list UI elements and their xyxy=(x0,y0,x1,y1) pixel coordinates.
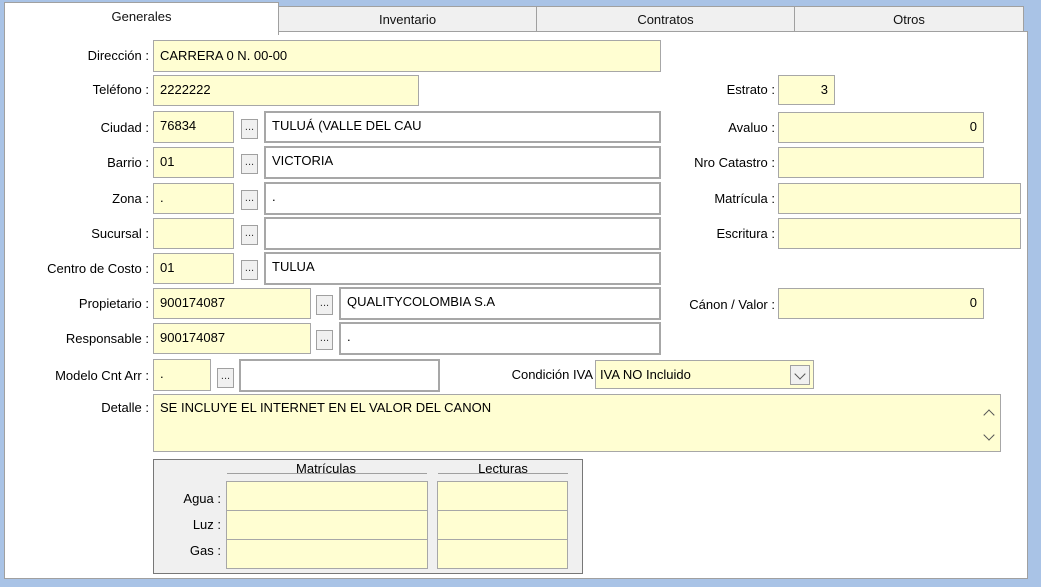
matriculas-divider xyxy=(227,473,427,474)
propietario-name-field[interactable]: QUALITYCOLOMBIA S.A xyxy=(339,287,661,320)
barrio-lookup-button[interactable]: ... xyxy=(241,154,258,174)
propietario-label: Propietario : xyxy=(78,296,149,311)
chevron-down-icon xyxy=(794,368,806,380)
lecturas-header: Lecturas xyxy=(478,461,528,476)
centro-costo-label: Centro de Costo : xyxy=(47,261,149,276)
avaluo-field[interactable]: 0 xyxy=(778,112,984,143)
tab-otros[interactable]: Otros xyxy=(794,6,1024,32)
agua-lectura-field[interactable] xyxy=(437,481,568,511)
gas-matricula-field[interactable] xyxy=(226,539,428,569)
propietario-code-field[interactable]: 900174087 xyxy=(153,288,311,319)
estrato-label: Estrato : xyxy=(726,82,775,97)
detalle-textarea[interactable]: SE INCLUYE EL INTERNET EN EL VALOR DEL C… xyxy=(153,394,1001,452)
sucursal-name-field[interactable] xyxy=(264,217,661,250)
escritura-field[interactable] xyxy=(778,218,1021,249)
barrio-name-field[interactable]: VICTORIA xyxy=(264,146,661,179)
scroll-up-button[interactable] xyxy=(980,403,996,421)
nro-catastro-field[interactable] xyxy=(778,147,984,178)
chevron-down-icon xyxy=(983,429,995,441)
servicios-group: Matrículas Lecturas Agua : Luz : Gas : xyxy=(153,459,583,574)
direccion-label: Dirección : xyxy=(87,48,149,63)
ciudad-label: Ciudad : xyxy=(100,120,149,135)
nro-catastro-label: Nro Catastro : xyxy=(694,155,775,170)
luz-label: Luz : xyxy=(192,517,221,532)
gas-label: Gas : xyxy=(189,543,221,558)
avaluo-label: Avaluo : xyxy=(728,120,775,135)
modelo-code-field[interactable]: . xyxy=(153,359,211,391)
condicion-iva-dropdown-button[interactable] xyxy=(790,365,810,385)
modelo-name-field[interactable] xyxy=(239,359,440,392)
telefono-label: Teléfono : xyxy=(92,82,149,97)
centro-costo-code-field[interactable]: 01 xyxy=(153,253,234,284)
modelo-lookup-button[interactable]: ... xyxy=(217,368,234,388)
ciudad-code-field[interactable]: 76834 xyxy=(153,111,234,143)
condicion-iva-value: IVA NO Incluido xyxy=(600,367,691,382)
zona-lookup-button[interactable]: ... xyxy=(241,190,258,210)
centro-costo-lookup-button[interactable]: ... xyxy=(241,260,258,280)
zona-name-field[interactable]: . xyxy=(264,182,661,215)
luz-lectura-field[interactable] xyxy=(437,510,568,540)
detalle-text: SE INCLUYE EL INTERNET EN EL VALOR DEL C… xyxy=(160,400,492,415)
agua-label: Agua : xyxy=(183,491,221,506)
luz-matricula-field[interactable] xyxy=(226,510,428,540)
gas-lectura-field[interactable] xyxy=(437,539,568,569)
responsable-lookup-button[interactable]: ... xyxy=(316,330,333,350)
scroll-down-button[interactable] xyxy=(980,427,996,441)
generales-panel: Dirección : CARRERA 0 N. 00-00 Teléfono … xyxy=(4,31,1028,579)
estrato-field[interactable]: 3 xyxy=(778,75,835,105)
ciudad-lookup-button[interactable]: ... xyxy=(241,119,258,139)
barrio-code-field[interactable]: 01 xyxy=(153,147,234,178)
responsable-name-field[interactable]: . xyxy=(339,322,661,355)
responsable-code-field[interactable]: 900174087 xyxy=(153,323,311,354)
modelo-label: Modelo Cnt Arr : xyxy=(55,368,149,383)
tab-inventario[interactable]: Inventario xyxy=(278,6,537,32)
sucursal-lookup-button[interactable]: ... xyxy=(241,225,258,245)
tab-generales[interactable]: Generales xyxy=(4,2,279,35)
matricula-label: Matrícula : xyxy=(714,191,775,206)
escritura-label: Escritura : xyxy=(716,226,775,241)
zona-label: Zona : xyxy=(112,191,149,206)
tab-contratos[interactable]: Contratos xyxy=(536,6,795,32)
centro-costo-name-field[interactable]: TULUA xyxy=(264,252,661,285)
agua-matricula-field[interactable] xyxy=(226,481,428,511)
ciudad-name-field[interactable]: TULUÁ (VALLE DEL CAU xyxy=(264,111,661,143)
matricula-field[interactable] xyxy=(778,183,1021,214)
sucursal-label: Sucursal : xyxy=(91,226,149,241)
propietario-lookup-button[interactable]: ... xyxy=(316,295,333,315)
detalle-label: Detalle : xyxy=(101,400,149,415)
sucursal-code-field[interactable] xyxy=(153,218,234,249)
canon-label: Cánon / Valor : xyxy=(689,297,775,312)
canon-field[interactable]: 0 xyxy=(778,288,984,319)
barrio-label: Barrio : xyxy=(107,155,149,170)
zona-code-field[interactable]: . xyxy=(153,183,234,214)
matriculas-header: Matrículas xyxy=(296,461,356,476)
responsable-label: Responsable : xyxy=(65,331,149,346)
lecturas-divider xyxy=(438,473,568,474)
telefono-field[interactable]: 2222222 xyxy=(153,75,419,106)
chevron-up-icon xyxy=(983,409,995,421)
tab-bar: Generales Inventario Contratos Otros xyxy=(0,0,1041,35)
direccion-field[interactable]: CARRERA 0 N. 00-00 xyxy=(153,40,661,72)
condicion-iva-select[interactable]: IVA NO Incluido xyxy=(595,360,814,389)
condicion-iva-label: Condición IVA xyxy=(511,367,593,382)
